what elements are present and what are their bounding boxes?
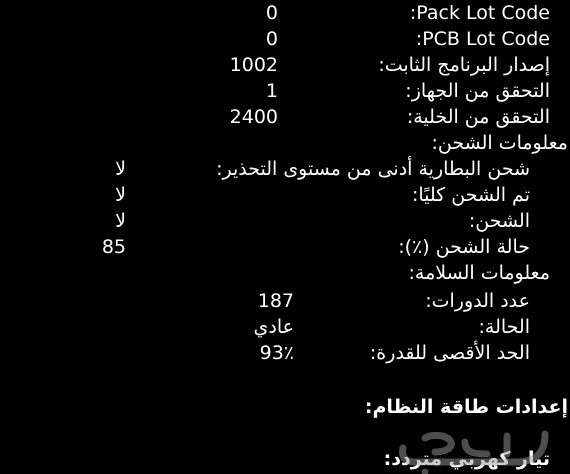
system-power-settings-heading: إعدادات طاقة النظام: [364, 396, 568, 418]
charging-label: الشحن: [468, 210, 530, 232]
charge-state-value: 85 [101, 236, 126, 258]
charging-value: لا [115, 210, 126, 232]
health-info-heading: معلومات السلامة: [408, 262, 550, 284]
device-check-value: 1 [265, 80, 278, 102]
low-battery-warning-value: لا [115, 158, 126, 180]
pcb-lot-code-value: 0 [265, 28, 278, 50]
pack-lot-code-value: 0 [265, 2, 278, 24]
condition-label: الحالة: [478, 316, 531, 338]
fully-charged-value: لا [115, 184, 126, 206]
charge-info-heading: معلومات الشحن: [431, 132, 569, 154]
firmware-version-value: 1002 [229, 54, 278, 76]
condition-value: عادي [253, 316, 294, 338]
cell-check-label: التحقق من الخلية: [406, 106, 550, 128]
device-check-label: التحقق من الجهاز: [405, 80, 550, 102]
cycle-count-value: 187 [257, 290, 294, 312]
firmware-version-label: إصدار البرنامج الثابت: [378, 54, 550, 76]
pack-lot-code-label: Pack Lot Code: [409, 2, 550, 24]
low-battery-warning-label: شحن البطارية أدنى من مستوى التحذير: [216, 158, 530, 180]
max-capacity-value: 93٪ [259, 342, 294, 364]
haraj-watermark-logo [399, 430, 549, 474]
charge-state-label: حالة الشحن (٪): [398, 236, 530, 258]
cell-check-value: 2400 [229, 106, 278, 128]
max-capacity-label: الحد الأقصى للقدرة: [369, 342, 530, 364]
pcb-lot-code-label: PCB Lot Code: [415, 28, 550, 50]
fully-charged-label: تم الشحن كليًا: [411, 184, 530, 206]
battery-info-screen: Pack Lot Code: 0 PCB Lot Code: 0 إصدار ا… [0, 0, 570, 474]
cycle-count-label: عدد الدورات: [425, 290, 530, 312]
